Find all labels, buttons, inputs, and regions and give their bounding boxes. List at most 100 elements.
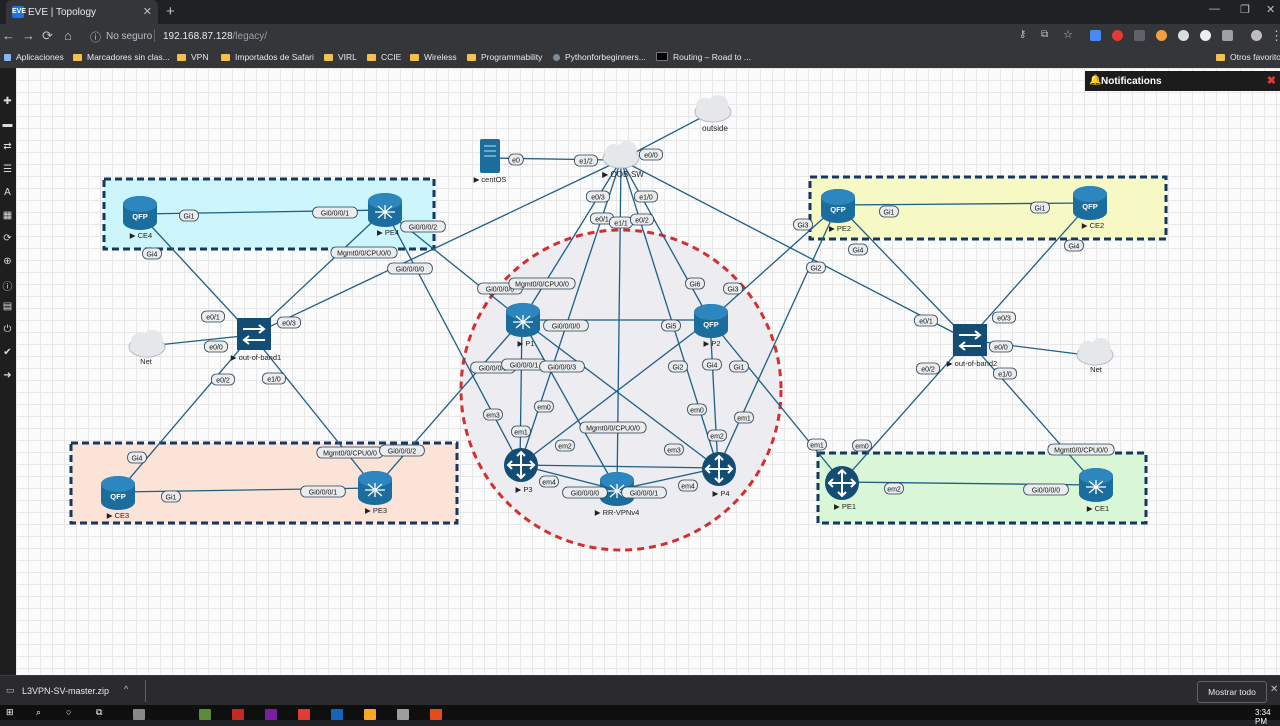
add-object-icon[interactable]: ✚ [2,96,13,107]
extension-icon[interactable] [1178,30,1189,41]
port-label[interactable]: em1 [511,425,531,438]
port-label[interactable]: Gi2 [668,360,688,373]
port-label[interactable]: em3 [664,443,684,456]
close-lab-icon[interactable]: ➜ [2,370,13,381]
port-label[interactable]: e1/2 [574,154,599,167]
app-icon[interactable] [232,709,244,720]
port-label[interactable]: Gi4 [142,247,162,260]
lock-icon[interactable]: ✔ [2,347,13,358]
port-label[interactable]: e0/3 [586,190,611,203]
port-label[interactable]: Gi0/0/0/0 [562,486,608,499]
extension-icon[interactable] [1222,30,1233,41]
topology-diagram[interactable]: outside ▶ OOB-SW Net Net ▶ centOS ▶ out-… [16,68,1280,675]
window-close-icon[interactable]: ✕ [1266,3,1275,16]
search-icon[interactable]: ⌕ [36,707,41,718]
extension-icon[interactable] [1156,30,1167,41]
port-label[interactable]: e0/2 [630,213,655,226]
node-centos[interactable]: ▶ centOS [474,139,507,184]
bookmark-aplicaciones[interactable]: Aplicaciones [4,52,64,62]
port-label[interactable]: e0/1 [200,310,225,323]
key-icon[interactable]: ⚷ [1019,29,1026,40]
notifications-panel[interactable]: 🔔 Notifications ✖ [1085,71,1280,91]
menu-icon[interactable]: ⋮ [1270,28,1280,44]
port-label[interactable]: Gi3 [793,218,813,231]
port-label[interactable]: Gi1 [879,205,899,218]
reload-icon[interactable]: ⟳ [42,28,53,44]
port-label[interactable]: e1/0 [993,367,1018,380]
port-label[interactable]: em2 [555,439,575,452]
app-icon[interactable] [331,709,343,720]
app-icon[interactable] [199,709,211,720]
address-bar[interactable]: ⓘ No seguro 192.168.87.128/legacy/ [86,27,986,45]
translate-icon[interactable]: ⧉ [1041,29,1048,40]
forward-icon[interactable]: → [22,28,35,43]
port-label[interactable]: em0 [852,439,872,452]
port-label[interactable]: Mgmt0/0/CPU0/0 [508,277,576,290]
grid-icon[interactable]: ▦ [2,210,13,221]
download-bar-close-icon[interactable]: ✕ [1270,684,1278,695]
tab-eve-topology[interactable]: EVE EVE | Topology ✕ [6,0,158,24]
port-label[interactable]: Gi4 [127,451,147,464]
info-icon[interactable]: ⓘ [90,29,101,45]
port-label[interactable]: Gi6 [685,277,705,290]
new-tab-button[interactable]: + [166,3,175,20]
onenote-icon[interactable] [265,709,277,720]
port-label[interactable]: Gi1 [161,490,181,503]
port-label[interactable]: em2 [884,482,904,495]
bookmark-folder[interactable]: Marcadores sin clas... [73,52,170,62]
download-file[interactable]: L3VPN-SV-master.zip [22,686,109,696]
bookmark-folder[interactable]: VPN [177,52,208,62]
port-label[interactable]: e0/3 [992,311,1017,324]
app-icon[interactable] [397,709,409,720]
cloud-outside[interactable]: outside [694,95,732,133]
port-label[interactable]: e0/0 [639,148,664,161]
port-label[interactable]: Gi1 [1030,201,1050,214]
port-label[interactable]: Gi4 [848,243,868,256]
port-label[interactable]: em1 [807,438,827,451]
startup-configs-icon[interactable]: ☰ [2,164,13,175]
port-label[interactable]: Gi5 [661,319,681,332]
bookmark-link[interactable]: Pythonforbeginners... [553,52,646,62]
tab-close-icon[interactable]: ✕ [143,5,152,18]
port-label[interactable]: em4 [678,479,698,492]
cloud-oob-sw[interactable]: ▶ OOB-SW [602,141,644,179]
port-label[interactable]: Mgmt0/0/CPU0/0 [1047,443,1115,456]
app-icon[interactable] [133,709,145,720]
app-icon[interactable] [430,709,442,720]
cloud-net-left[interactable]: Net [128,330,166,366]
port-label[interactable]: Gi0/0/0/1 [312,206,358,219]
port-label[interactable]: e1/0 [634,190,659,203]
folder-icon[interactable] [364,709,376,720]
port-label[interactable]: Gi0/0/0/2 [400,220,446,233]
bookmark-link[interactable]: Routing – Road to ... [656,52,751,62]
port-label[interactable]: Gi0/0/0/0 [387,262,433,275]
port-label[interactable]: Gi4 [1064,239,1084,252]
extension-icon[interactable] [1134,30,1145,41]
adblock-icon[interactable] [1112,30,1123,41]
extension-icon[interactable] [1200,30,1211,41]
extension-icon[interactable] [1090,30,1101,41]
port-label[interactable]: e0/0 [989,340,1014,353]
bookmark-folder[interactable]: CCIE [367,52,401,62]
port-label[interactable]: e0 [508,153,524,166]
port-label[interactable]: e1/0 [261,372,286,385]
zoom-icon[interactable]: ⊕ [2,256,13,267]
port-label[interactable]: e0/2 [916,362,941,375]
maximize-icon[interactable]: ❐ [1240,3,1250,16]
port-label[interactable]: Mgmt0/0/CPU0/0 [330,246,398,259]
minimize-icon[interactable]: — [1209,3,1220,15]
port-label[interactable]: em0 [534,400,554,413]
port-label[interactable]: em4 [539,475,559,488]
port-label[interactable]: Gi1 [179,209,199,222]
lab-details-icon[interactable]: ▤ [2,301,13,312]
port-label[interactable]: Gi0/0/0/0 [543,319,589,332]
bookmark-folder[interactable]: Programmability [467,52,542,62]
topology-canvas[interactable]: outside ▶ OOB-SW Net Net ▶ centOS ▶ out-… [16,68,1280,675]
port-label[interactable]: Gi0/0/0/3 [539,360,585,373]
task-view-icon[interactable]: ⧉ [96,707,102,718]
port-label[interactable]: Gi0/0/0/2 [379,444,425,457]
bookmark-folder[interactable]: Importados de Safari [221,52,314,62]
text-icon[interactable]: A [2,187,13,198]
port-label[interactable]: em2 [707,429,727,442]
port-label[interactable]: e0/2 [210,373,235,386]
